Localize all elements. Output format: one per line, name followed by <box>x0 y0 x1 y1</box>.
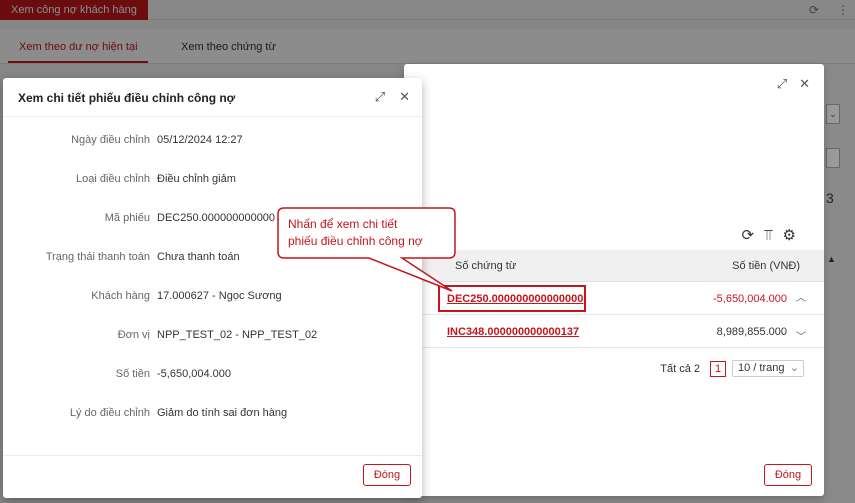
close-button[interactable]: Đóng <box>764 464 812 486</box>
field-value: Giảm do tính sai đơn hàng <box>157 407 288 419</box>
document-grid: Số chứng từ Số tiền (VNĐ) DEC250.0000000… <box>404 250 824 348</box>
field-label: Số tiền <box>115 368 150 380</box>
pagination: Tất cả 2 1 10 / trang ⌄ <box>660 360 804 377</box>
field-value: DEC250.000000000000 <box>157 212 276 224</box>
column-header-document[interactable]: Số chứng từ <box>455 260 516 272</box>
field-label: Đơn vị <box>117 329 150 341</box>
field-label: Lý do điều chỉnh <box>69 407 150 419</box>
field-value: 05/12/2024 12:27 <box>157 134 243 146</box>
chevron-down-icon[interactable]: ﹀ <box>796 328 806 343</box>
pagination-total: Tất cả 2 <box>660 362 700 375</box>
grid-toolbar: ⟳ ⫪ ⚙ <box>731 226 796 244</box>
column-header-amount[interactable]: Số tiền (VNĐ) <box>732 260 800 272</box>
callout-line-1: Nhấn để xem chi tiết <box>288 217 398 231</box>
fullscreen-icon[interactable]: ⤢ <box>375 89 385 104</box>
modal-header-icons: ⤢ ✕ <box>361 89 410 105</box>
document-link[interactable]: DEC250.000000000000000 <box>447 293 583 305</box>
table-row: DEC250.000000000000000 -5,650,004.000 <box>404 282 824 315</box>
callout-line-2: phiếu điều chỉnh công nợ <box>288 234 423 248</box>
base-button <box>826 148 840 168</box>
field-label: Trạng thái thanh toán <box>45 251 150 263</box>
chevron-down-icon: ⌄ <box>826 104 840 124</box>
field-value: Chưa thanh toán <box>157 251 240 263</box>
chevron-up-icon[interactable]: ︿ <box>796 289 806 304</box>
field-label: Ngày điều chỉnh <box>71 134 150 146</box>
field-adjustment-type: Loại điều chỉnh Điều chỉnh giảm <box>3 173 422 187</box>
field-value: 17.000627 - Ngọc Sương <box>157 290 282 302</box>
modal-footer: Đóng <box>3 455 422 498</box>
column-height-icon[interactable]: ⫪ <box>764 227 772 244</box>
field-unit: Đơn vị NPP_TEST_02 - NPP_TEST_02 <box>3 329 422 343</box>
modal-title: Xem chi tiết phiếu điều chỉnh công nợ <box>18 91 236 105</box>
grid-header: Số chứng từ Số tiền (VNĐ) <box>404 250 824 282</box>
close-button[interactable]: Đóng <box>363 464 411 486</box>
field-label: Loại điều chỉnh <box>75 173 150 185</box>
modal-header: Xem chi tiết phiếu điều chỉnh công nợ ⤢ ✕ <box>3 78 422 117</box>
document-list-modal: ⤢ ✕ ⟳ ⫪ ⚙ Số chứng từ Số tiền (VNĐ) DEC250.… <box>404 64 824 496</box>
fullscreen-icon[interactable]: ⤢ <box>777 76 787 91</box>
field-label: Mã phiếu <box>104 212 150 224</box>
field-adjustment-date: Ngày điều chỉnh 05/12/2024 12:27 <box>3 134 422 148</box>
field-adjustment-reason: Lý do điều chỉnh Giảm do tính sai đơn hà… <box>3 407 422 421</box>
page-size-select[interactable]: 10 / trang ⌄ <box>732 360 804 377</box>
document-link[interactable]: INC348.000000000000137 <box>447 326 579 338</box>
page-number-button[interactable]: 1 <box>710 360 726 377</box>
amount-cell: 8,989,855.000 <box>716 326 787 338</box>
field-value: -5,650,004.000 <box>157 368 232 380</box>
callout-text: Nhấn để xem chi tiết phiếu điều chỉnh cô… <box>288 216 448 250</box>
refresh-icon[interactable]: ⟳ <box>741 227 754 244</box>
gear-icon[interactable]: ⚙ <box>783 227 796 244</box>
field-label: Khách hàng <box>91 290 150 302</box>
field-value: NPP_TEST_02 - NPP_TEST_02 <box>157 329 318 341</box>
field-value: Điều chỉnh giảm <box>157 173 236 185</box>
table-row: INC348.000000000000137 8,989,855.000 <box>404 315 824 348</box>
close-icon[interactable]: ✕ <box>799 76 810 91</box>
base-page-right-edge: ⌄ 3 ▲ <box>824 64 855 503</box>
scroll-up-icon: ▲ <box>827 254 836 264</box>
field-amount: Số tiền -5,650,004.000 <box>3 368 422 382</box>
chevron-down-icon: ⌄ <box>789 362 799 374</box>
back-modal-header-icons: ⤢ ✕ <box>765 76 810 92</box>
page-size-value: 10 / trang <box>738 362 785 374</box>
amount-cell: -5,650,004.000 <box>712 293 787 305</box>
base-number: 3 <box>826 190 834 206</box>
close-icon[interactable]: ✕ <box>399 89 410 104</box>
